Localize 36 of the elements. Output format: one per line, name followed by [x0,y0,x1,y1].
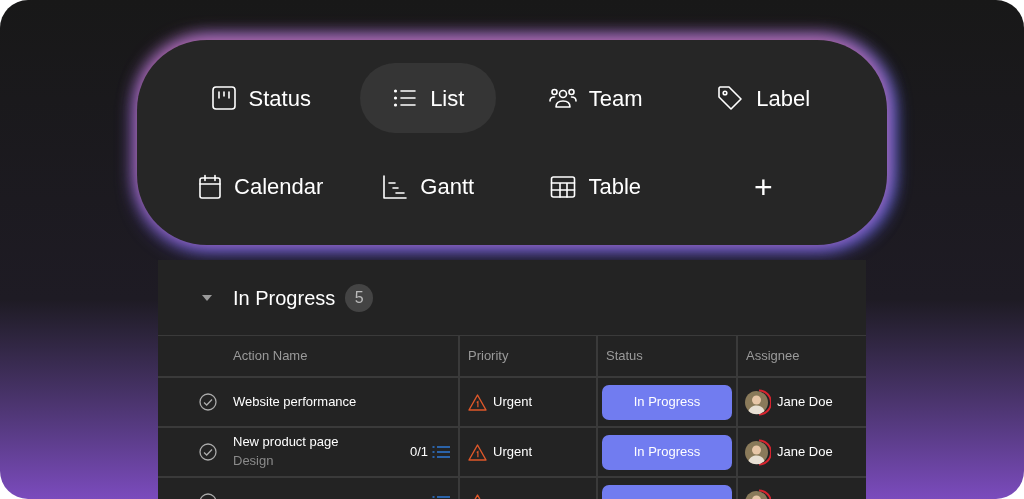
subtask-list-icon[interactable] [432,445,450,459]
tag-icon [716,84,745,113]
team-icon [548,86,577,111]
calendar-icon [198,173,223,200]
group-title: In Progress [233,285,336,311]
subtask-count: 0/1 [409,443,428,462]
avatar [744,388,771,416]
column-header: Assignee [746,347,800,366]
assignee-name: Jane Doe [777,393,833,412]
priority-label: Urgent [493,393,533,412]
warning-icon [468,443,487,461]
view-tab[interactable]: Label [684,63,843,134]
count-badge: 5 [345,283,374,312]
column-header: Action Name [233,347,308,366]
view-tab[interactable]: + [721,151,805,222]
status-pill[interactable]: In Progress [602,434,732,470]
task-name: New product page [233,433,340,451]
view-tab[interactable]: List [360,63,497,134]
collapse-caret-icon[interactable] [202,294,212,301]
status-pill[interactable]: In Progress [602,384,732,420]
complete-check-icon[interactable] [199,443,217,461]
board-icon [210,85,237,112]
view-tab[interactable]: Table [518,151,674,222]
view-tab[interactable]: Status [178,63,343,134]
task-category: Design [233,452,275,470]
task-name: Website performance [233,393,358,411]
column-header: Priority [468,347,509,366]
warning-icon [468,393,487,411]
avatar [744,438,771,466]
column-header: Status [606,347,643,366]
gantt-chart-icon [382,173,409,200]
complete-check-icon[interactable] [199,393,217,411]
view-tab[interactable]: Team [516,63,675,134]
priority-label: Urgent [493,443,533,462]
assignee-name: Jane Doe [777,443,833,462]
table-icon [550,174,577,199]
